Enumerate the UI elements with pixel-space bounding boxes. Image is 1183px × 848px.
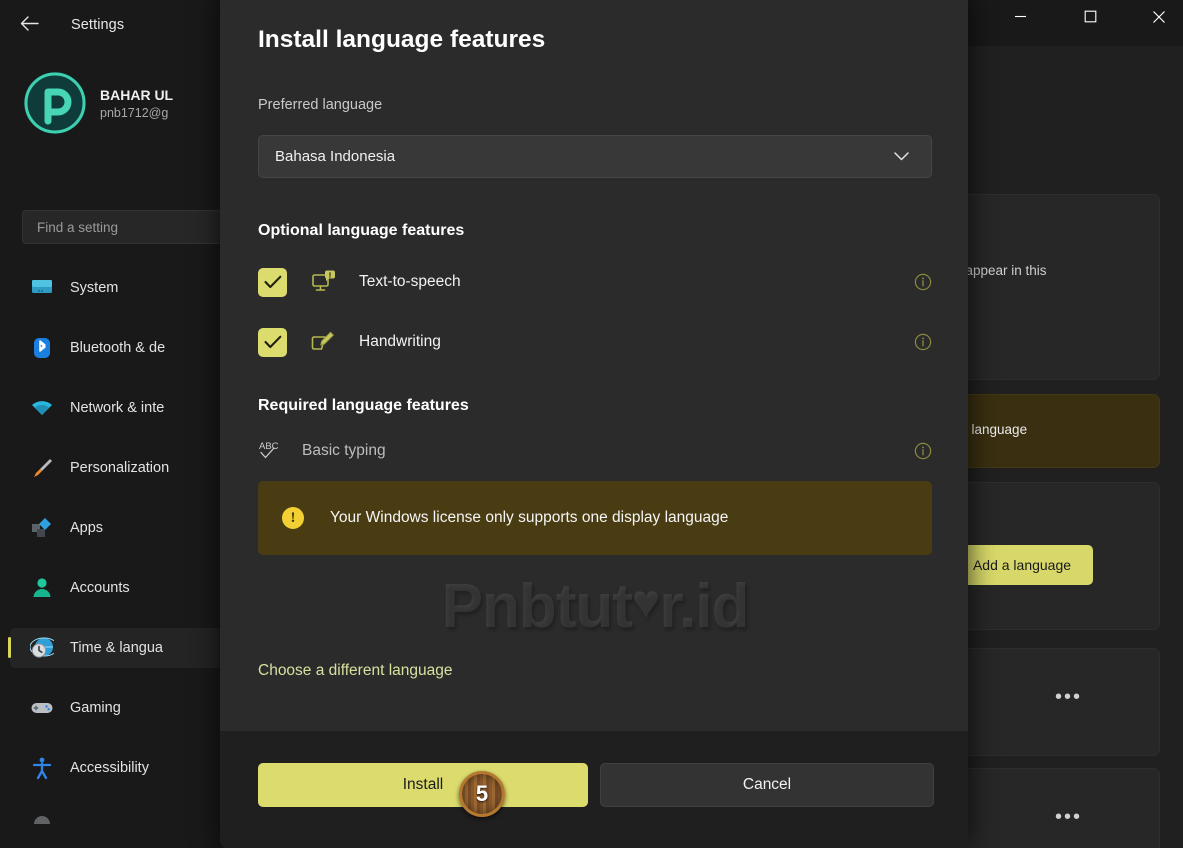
- sidebar-item-accounts[interactable]: Accounts: [10, 568, 240, 608]
- sidebar-item-partial[interactable]: [10, 808, 240, 848]
- preferred-language-label: Preferred language: [258, 97, 383, 113]
- maximize-button[interactable]: [1067, 0, 1113, 33]
- dialog-footer: Install Cancel: [220, 731, 968, 848]
- sidebar-item-label: Bluetooth & de: [70, 340, 166, 356]
- feature-label: Basic typing: [302, 442, 386, 459]
- sidebar-item-label: Apps: [70, 520, 104, 536]
- svg-text:ABC: ABC: [259, 441, 279, 452]
- optional-features-heading: Optional language features: [258, 222, 465, 239]
- bluetooth-icon: [30, 336, 54, 360]
- sidebar-item-label: System: [70, 280, 119, 296]
- watermark-prefix: Pnbtut: [441, 571, 633, 641]
- sidebar-nav: System Bluetooth & de Network & inte Per…: [8, 268, 240, 848]
- sidebar-item-label: Accounts: [70, 580, 130, 596]
- sidebar-item-network[interactable]: Network & inte: [10, 388, 240, 428]
- paintbrush-icon: [30, 456, 54, 480]
- sidebar-item-time-language[interactable]: Time & langua: [8, 628, 240, 668]
- ellipsis-icon[interactable]: •••: [1055, 806, 1082, 829]
- person-icon: [30, 576, 54, 600]
- close-button[interactable]: [1136, 0, 1182, 33]
- info-icon[interactable]: [914, 442, 932, 460]
- ellipsis-icon[interactable]: •••: [1055, 686, 1082, 709]
- wifi-icon: [30, 396, 54, 420]
- sidebar-item-apps[interactable]: Apps: [10, 508, 240, 548]
- abc-check-icon: ABC: [258, 438, 284, 464]
- license-warning-text: Your Windows license only supports one d…: [330, 509, 729, 526]
- install-button[interactable]: Install: [258, 763, 588, 807]
- dialog-title: Install language features: [258, 26, 546, 53]
- chevron-down-icon: [894, 149, 909, 164]
- search-placeholder: Find a setting: [37, 219, 119, 235]
- sidebar-item-label: Gaming: [70, 700, 121, 716]
- watermark-suffix: r.id: [659, 571, 749, 641]
- sidebar: BAHAR UL pnb1712@g Find a setting System…: [0, 46, 254, 848]
- info-icon[interactable]: [914, 333, 932, 351]
- required-features-heading: Required language features: [258, 397, 469, 414]
- window-title: Settings: [71, 17, 125, 33]
- checkbox-handwriting[interactable]: [258, 327, 287, 357]
- info-icon[interactable]: [914, 273, 932, 291]
- cancel-button[interactable]: Cancel: [600, 763, 934, 807]
- gamepad-icon: [30, 696, 54, 720]
- apps-icon: [30, 516, 54, 540]
- sidebar-item-label: Personalization: [70, 460, 170, 476]
- add-language-button[interactable]: Add a language: [951, 545, 1093, 585]
- install-language-features-dialog: Install language features Preferred lang…: [220, 0, 968, 848]
- minimize-icon: [1014, 15, 1026, 18]
- privacy-icon: [30, 816, 54, 840]
- dialog-body: Install language features Preferred lang…: [220, 0, 968, 731]
- choose-different-language-link[interactable]: Choose a different language: [258, 662, 452, 680]
- text-to-speech-icon: [311, 269, 337, 295]
- sidebar-item-label: Accessibility: [70, 760, 149, 776]
- account-name: BAHAR UL: [100, 86, 174, 103]
- feature-label: Text-to-speech: [359, 273, 461, 290]
- clock-globe-icon: [29, 636, 59, 660]
- heart-icon: ♥: [631, 575, 660, 629]
- feature-row-text-to-speech[interactable]: Text-to-speech: [258, 263, 932, 301]
- back-arrow-icon: [20, 15, 39, 31]
- minimize-button[interactable]: [997, 0, 1043, 33]
- avatar: [24, 72, 86, 134]
- preferred-language-value: Bahasa Indonesia: [275, 148, 396, 165]
- maximize-icon: [1084, 10, 1096, 23]
- watermark: Pnbtut ♥ r.id: [258, 558, 932, 654]
- step-number-badge: 5: [459, 771, 505, 817]
- feature-row-handwriting[interactable]: Handwriting: [258, 323, 932, 361]
- sidebar-item-personalization[interactable]: Personalization: [10, 448, 240, 488]
- sidebar-item-accessibility[interactable]: Accessibility: [10, 748, 240, 788]
- account-block[interactable]: BAHAR UL pnb1712@g: [24, 72, 173, 134]
- accessibility-icon: [30, 756, 54, 780]
- sidebar-item-system[interactable]: System: [10, 268, 240, 308]
- feature-row-basic-typing: ABC Basic typing: [258, 432, 932, 470]
- feature-label: Handwriting: [359, 333, 441, 350]
- sidebar-item-label: Network & inte: [70, 400, 165, 416]
- settings-app-window: Settings BAHAR UL pnb1712@g Find a setti…: [0, 0, 1183, 848]
- back-button[interactable]: [12, 8, 46, 38]
- sidebar-item-bluetooth[interactable]: Bluetooth & de: [10, 328, 240, 368]
- checkbox-text-to-speech[interactable]: [258, 267, 287, 297]
- close-icon: [1153, 10, 1165, 23]
- account-email: pnb1712@g: [100, 105, 169, 120]
- warning-exclamation-icon: !: [282, 507, 304, 529]
- sidebar-item-label: Time & langua: [70, 640, 163, 656]
- sidebar-item-gaming[interactable]: Gaming: [10, 688, 240, 728]
- handwriting-icon: [311, 329, 337, 355]
- license-warning-banner: ! Your Windows license only supports one…: [258, 481, 932, 555]
- preferred-language-dropdown[interactable]: Bahasa Indonesia: [258, 135, 932, 178]
- monitor-icon: [30, 276, 54, 300]
